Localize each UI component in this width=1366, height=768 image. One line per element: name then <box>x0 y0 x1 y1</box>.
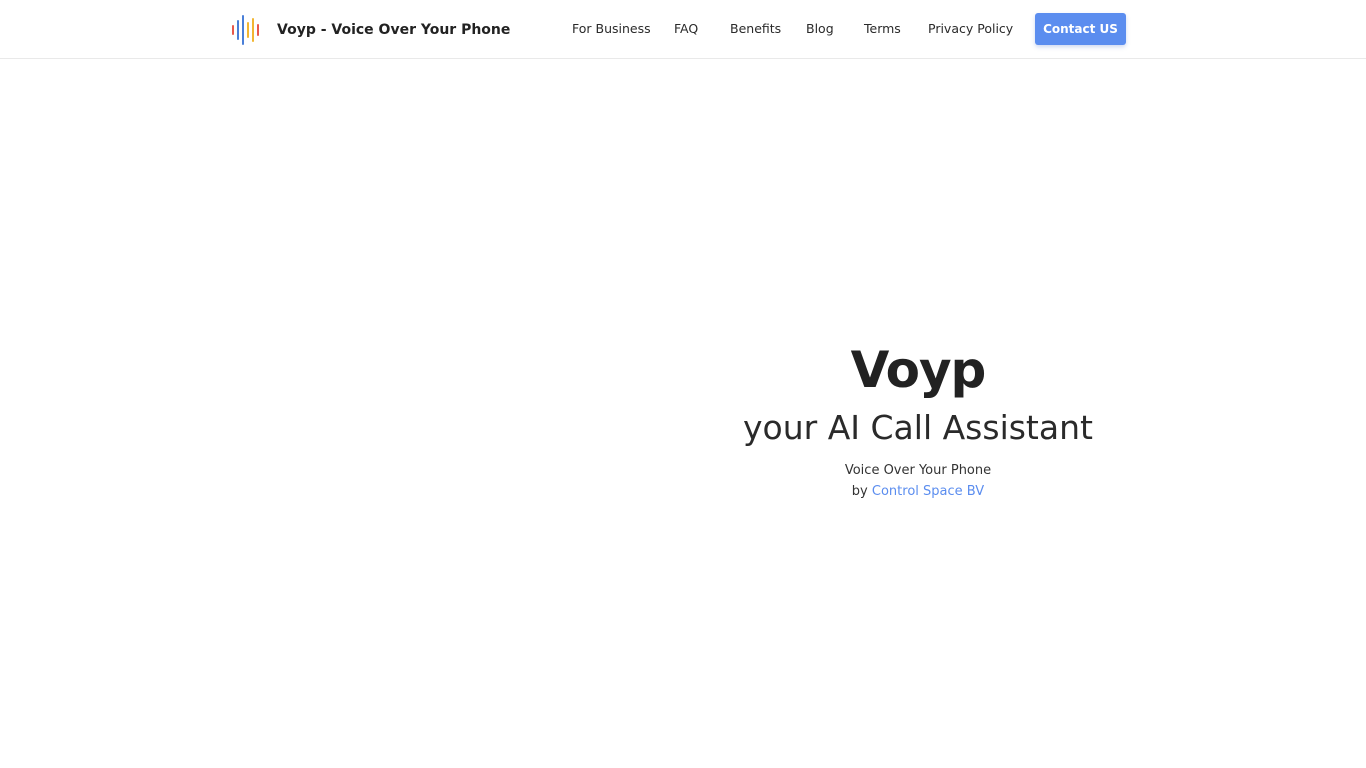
hero-byline: by Control Space BV <box>718 481 1118 502</box>
brand-home-link[interactable]: Voyp - Voice Over Your Phone <box>231 15 510 45</box>
sound-wave-icon <box>232 15 259 45</box>
nav-privacy-policy[interactable]: Privacy Policy <box>928 20 1013 38</box>
nav-blog[interactable]: Blog <box>806 20 834 38</box>
brand-title: Voyp - Voice Over Your Phone <box>277 22 511 38</box>
hero-subtitle: your AI Call Assistant <box>743 408 1093 447</box>
company-link[interactable]: Control Space BV <box>872 484 984 499</box>
nav-terms[interactable]: Terms <box>864 20 901 38</box>
nav-benefits[interactable]: Benefits <box>730 20 781 38</box>
byline-prefix: by <box>851 484 868 499</box>
nav-for-business[interactable]: For Business <box>572 20 651 38</box>
hero-tagline: Voice Over Your Phone <box>844 463 992 478</box>
hero-section: Voyp your AI Call Assistant Voice Over Y… <box>718 338 1118 502</box>
contact-us-button[interactable]: Contact US <box>1035 13 1126 45</box>
top-navbar: Voyp - Voice Over Your Phone For Busines… <box>0 0 1366 59</box>
hero-title: Voyp <box>850 341 987 399</box>
nav-faq[interactable]: FAQ <box>674 20 698 38</box>
